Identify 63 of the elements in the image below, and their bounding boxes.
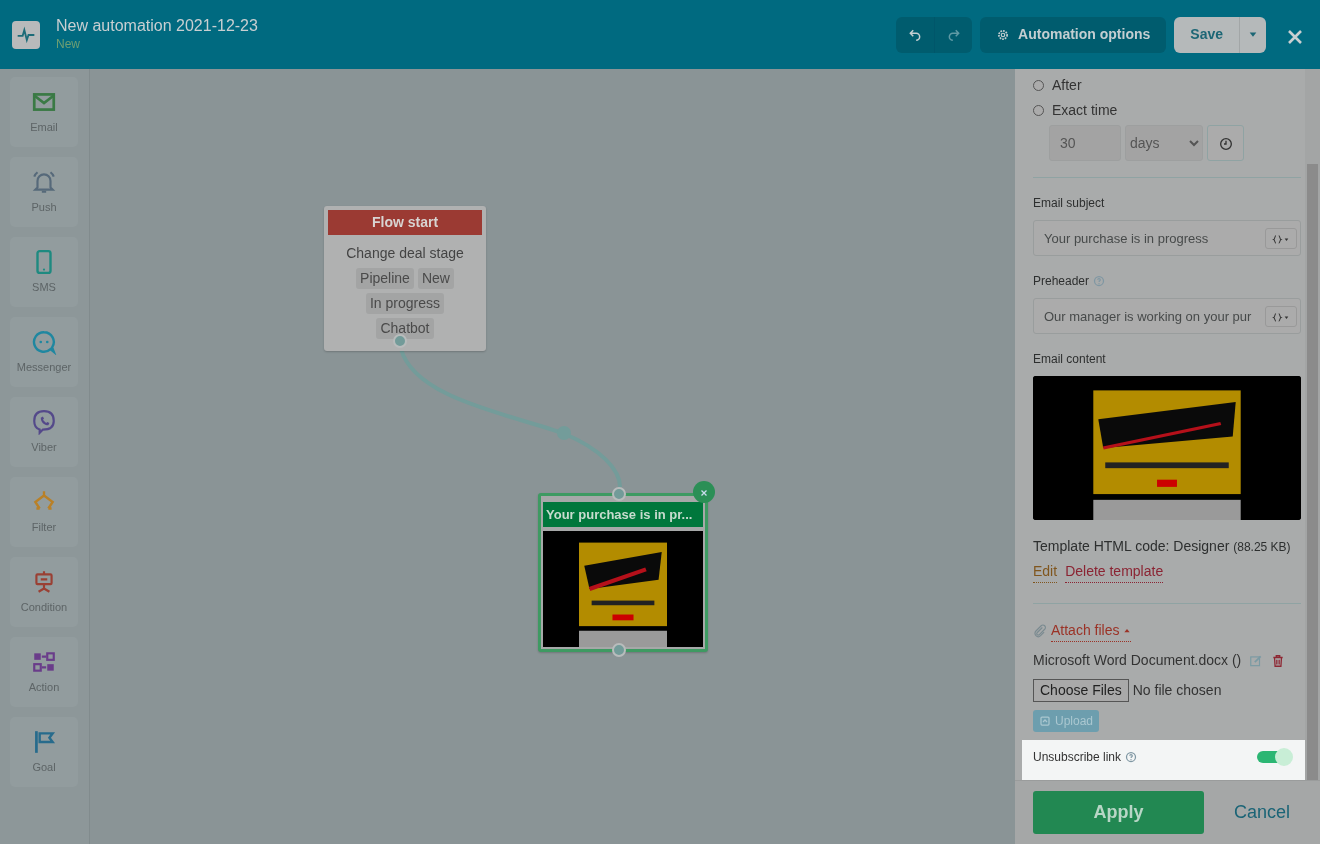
stage-tag: Chatbot — [376, 318, 434, 339]
connection-port[interactable] — [612, 643, 626, 657]
cancel-button[interactable]: Cancel — [1228, 798, 1297, 827]
clock-button[interactable] — [1207, 125, 1244, 161]
delay-value-field[interactable]: 30 — [1049, 125, 1121, 161]
node-header: Your purchase is in pr... — [543, 502, 703, 527]
paperclip-icon — [1033, 624, 1047, 638]
choose-files-button[interactable]: Choose Files — [1033, 679, 1129, 702]
file-status: No file chosen — [1132, 681, 1222, 700]
email-node[interactable]: Your purchase is in pr... — [538, 493, 708, 652]
field-label: Preheader — [1033, 273, 1090, 290]
automation-title: New automation 2021-12-23 — [56, 15, 258, 36]
undo-icon — [908, 28, 923, 43]
field-label: Email subject — [1033, 195, 1105, 212]
palette-tile[interactable]: Email — [10, 77, 78, 147]
stage-tag: New — [417, 268, 454, 289]
scrollbar-thumb[interactable] — [1307, 164, 1318, 780]
node-subtitle: Change deal stage — [345, 244, 465, 263]
save-dropdown-button[interactable] — [1239, 16, 1266, 53]
help-icon — [1125, 751, 1138, 763]
palette-tile[interactable]: Filter — [10, 477, 78, 547]
delete-node-button[interactable] — [693, 481, 715, 503]
field-label: Unsubscribe link — [1033, 749, 1122, 766]
variables-button[interactable] — [1265, 306, 1297, 327]
upload-icon — [1039, 715, 1051, 727]
save-button[interactable]: Save — [1174, 16, 1239, 53]
help-icon — [1093, 275, 1106, 287]
stage-tag: Pipeline — [356, 268, 414, 289]
undo-button[interactable] — [896, 16, 935, 53]
variables-button[interactable] — [1265, 228, 1297, 249]
flow-start-node[interactable]: Flow start Change deal stage Pipeline New In progress Chatbot — [324, 206, 486, 351]
unsubscribe-toggle[interactable] — [1257, 748, 1293, 766]
palette-tile[interactable]: Push — [10, 157, 78, 227]
delete-template-link[interactable]: Delete template — [1065, 561, 1164, 583]
status-label: New — [56, 36, 81, 54]
edit-link[interactable]: Edit — [1033, 561, 1058, 583]
radio-option[interactable]: Exact time — [1033, 100, 1301, 121]
chat-bubble-icon — [31, 328, 57, 355]
palette-tile[interactable]: Messenger — [10, 317, 78, 387]
edit-icon — [1249, 653, 1264, 668]
trash-icon — [1271, 653, 1286, 668]
attachment-name: Microsoft Word Document.docx () — [1033, 651, 1242, 670]
radio-option[interactable]: After — [1033, 75, 1301, 96]
preheader-field[interactable]: Our manager is working on your pur — [1033, 298, 1301, 334]
connection-port[interactable] — [612, 487, 626, 501]
delay-unit-select[interactable]: days — [1125, 125, 1203, 161]
apply-button[interactable]: Apply — [1033, 791, 1204, 834]
palette-tile[interactable]: Action — [10, 637, 78, 707]
settings-icon — [996, 27, 1011, 42]
attach-files-toggle[interactable]: Attach files — [1051, 620, 1132, 642]
phone-bubble-icon — [31, 408, 57, 435]
node-header: Flow start — [328, 210, 482, 235]
field-label: Email content — [1033, 351, 1107, 368]
connector-midpoint — [557, 426, 571, 440]
template-info: Template HTML code: Designer (88.25 KB) — [1033, 537, 1292, 556]
stage-tag: In progress — [365, 293, 444, 314]
palette-tile[interactable]: Goal — [10, 717, 78, 787]
close-icon — [1286, 27, 1304, 46]
clock-icon — [1217, 135, 1234, 152]
redo-icon — [946, 28, 961, 43]
automation-options-button[interactable]: Automation options — [980, 16, 1167, 53]
logo-icon — [12, 20, 40, 49]
subject-field[interactable]: Your purchase is in progress — [1033, 220, 1301, 256]
